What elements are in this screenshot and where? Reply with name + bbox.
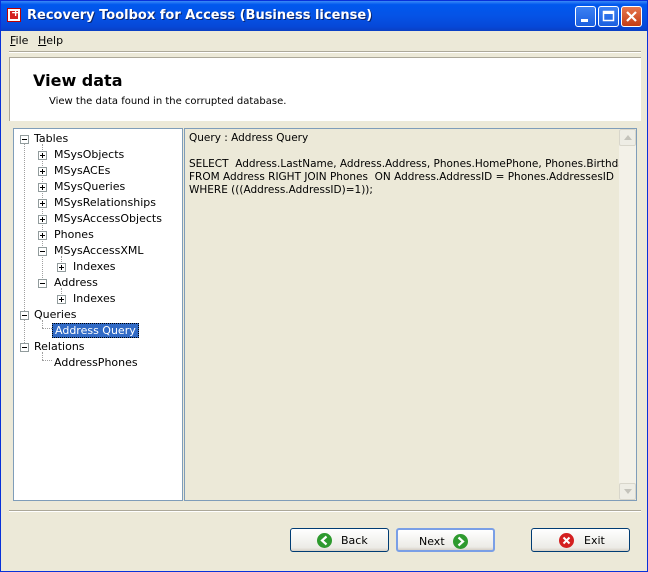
tree-node-phones[interactable]: Phones (38, 227, 94, 243)
expand-icon[interactable] (38, 231, 47, 240)
tree-node-msysqueries[interactable]: MSysQueries (38, 179, 125, 195)
tree-line (42, 328, 52, 329)
tree-line (42, 360, 52, 361)
collapse-icon[interactable] (38, 247, 47, 256)
minimize-button[interactable] (575, 6, 596, 27)
menu-separator (9, 51, 641, 53)
app-logo-icon (7, 6, 21, 22)
expand-icon[interactable] (38, 199, 47, 208)
sql-line-1: SELECT Address.LastName, Address.Address… (189, 158, 636, 170)
app-window: Recovery Toolbox for Access (Business li… (0, 0, 648, 572)
menu-help[interactable]: Help (38, 34, 63, 47)
tree-node-msysaccessobjects[interactable]: MSysAccessObjects (38, 211, 162, 227)
page-title: View data (33, 71, 123, 90)
tree-node-indexes[interactable]: Indexes (57, 259, 115, 275)
expand-icon[interactable] (38, 151, 47, 160)
expand-icon[interactable] (57, 295, 66, 304)
vertical-scrollbar[interactable] (619, 129, 636, 500)
close-icon (626, 11, 637, 22)
window-title: Recovery Toolbox for Access (Business li… (27, 8, 373, 23)
chevron-up-icon (624, 135, 632, 140)
next-button[interactable]: Next (396, 528, 495, 552)
tree-node-msysrelationships[interactable]: MSysRelationships (38, 195, 156, 211)
tree-node-address-query[interactable]: Address Query (52, 323, 139, 339)
exit-button[interactable]: Exit (531, 528, 630, 552)
collapse-icon[interactable] (38, 279, 47, 288)
tree-node-address[interactable]: Address (38, 275, 98, 291)
menu-bar: File Help (1, 31, 647, 50)
wizard-header: View data View the data found in the cor… (9, 57, 641, 121)
footer-separator (9, 510, 641, 512)
menu-file[interactable]: File (10, 34, 28, 47)
arrow-right-icon (457, 536, 465, 547)
maximize-button[interactable] (598, 6, 619, 27)
collapse-icon[interactable] (20, 343, 29, 352)
expand-icon[interactable] (38, 215, 47, 224)
minimize-icon (581, 19, 588, 22)
close-icon (562, 536, 571, 545)
tree-node-msysobjects[interactable]: MSysObjects (38, 147, 124, 163)
tree-node-queries[interactable]: Queries (18, 307, 76, 323)
expand-icon[interactable] (38, 183, 47, 192)
back-button[interactable]: Back (290, 528, 389, 552)
collapse-icon[interactable] (20, 135, 29, 144)
page-subtitle: View the data found in the corrupted dat… (49, 96, 287, 107)
tree-node-msysaccessxml[interactable]: MSysAccessXML (38, 243, 144, 259)
expand-icon[interactable] (38, 167, 47, 176)
sql-line-2: FROM Address RIGHT JOIN Phones ON Addres… (189, 171, 614, 183)
arrow-left-icon (320, 535, 328, 546)
tree-node-tables[interactable]: Tables (18, 131, 68, 147)
query-viewer[interactable]: Query : Address Query SELECT Address.Las… (184, 128, 637, 501)
tree-node-addressphones[interactable]: AddressPhones (54, 355, 138, 371)
chevron-down-icon (624, 489, 632, 494)
tree-node-relations[interactable]: Relations (18, 339, 85, 355)
tree-node-msysaces[interactable]: MSysACEs (38, 163, 110, 179)
query-heading: Query : Address Query (189, 132, 309, 144)
maximize-icon (602, 10, 615, 22)
exit-icon (559, 533, 574, 548)
scroll-down-button[interactable] (619, 483, 636, 500)
next-arrow-icon (453, 534, 468, 549)
scroll-up-button[interactable] (619, 129, 636, 146)
collapse-icon[interactable] (20, 311, 29, 320)
expand-icon[interactable] (57, 263, 66, 272)
sql-line-3: WHERE (((Address.AddressID)=1)); (189, 184, 373, 196)
tree-node-indexes[interactable]: Indexes (57, 291, 115, 307)
object-tree[interactable]: Tables MSysObjects MSysACEs MSysQueries … (13, 128, 183, 501)
back-arrow-icon (317, 533, 332, 548)
title-bar[interactable]: Recovery Toolbox for Access (Business li… (1, 1, 647, 31)
close-button[interactable] (621, 6, 642, 27)
